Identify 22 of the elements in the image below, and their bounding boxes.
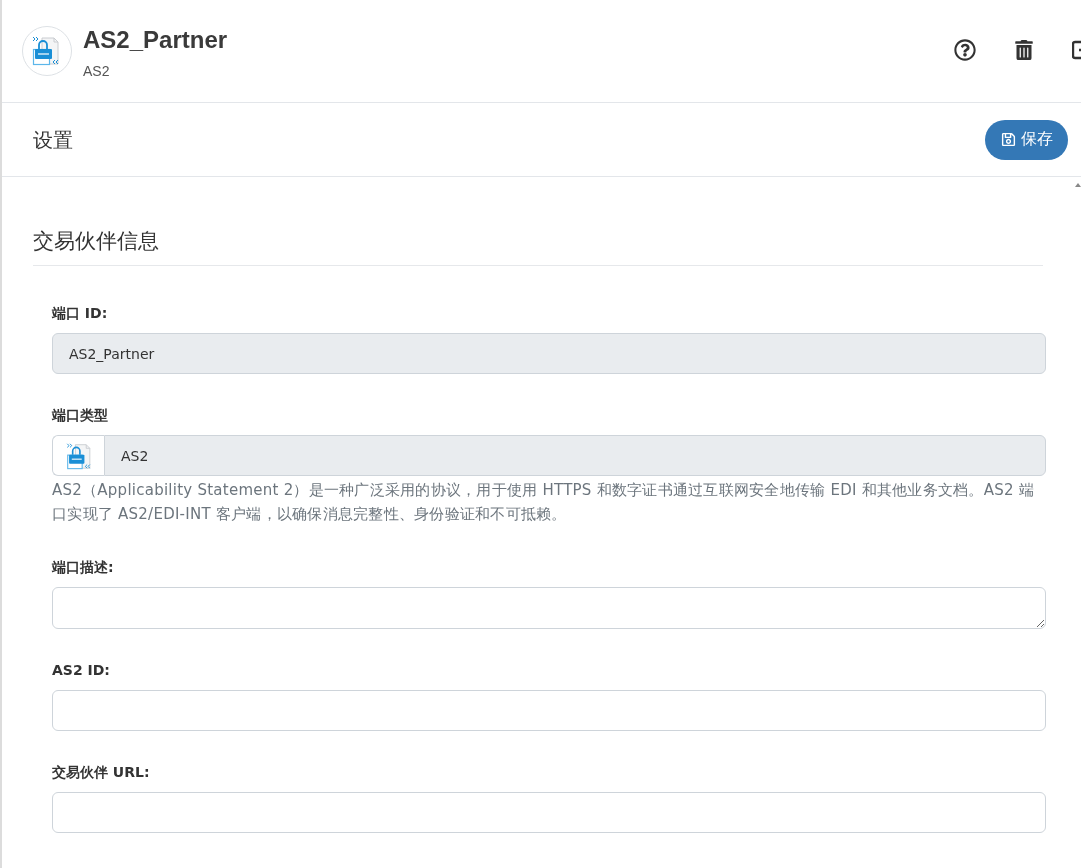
page-title: AS2_Partner <box>83 25 228 55</box>
save-button[interactable]: 保存 <box>985 119 1068 160</box>
field-label: 交易伙伴 URL: <box>52 763 151 782</box>
document-lock-icon <box>22 26 72 76</box>
field-label: 端口描述: <box>52 558 115 577</box>
input-field[interactable] <box>52 690 1046 731</box>
help-text: AS2（Applicability Statement 2）是一种广泛采用的协议，用于使用 HTTPS 和数字证书通过互联网安全地传输 EDI 和其他业务文档。AS2 端口实现了 AS2/EDI-INT 客户端，以确保消息完整性、身份验证和不可抵赖。 <box>52 480 1035 525</box>
field-label: AS2 ID: <box>52 661 111 680</box>
document-lock-icon <box>64 441 93 470</box>
input-field[interactable] <box>52 792 1046 833</box>
section-title: 交易伙伴信息 <box>33 228 160 255</box>
save-icon <box>1000 132 1016 147</box>
page-subtitle: AS2 <box>83 62 110 81</box>
help-icon <box>954 39 976 61</box>
trash-icon <box>1014 40 1034 60</box>
help-button[interactable] <box>954 39 976 61</box>
field-label: 端口类型 <box>52 406 109 425</box>
settings-title: 设置 <box>33 126 73 154</box>
field-label: 端口 ID: <box>52 304 109 323</box>
textarea-field[interactable] <box>52 587 1046 629</box>
scroll-up-icon[interactable] <box>1075 183 1081 187</box>
delete-button[interactable] <box>1014 40 1034 60</box>
